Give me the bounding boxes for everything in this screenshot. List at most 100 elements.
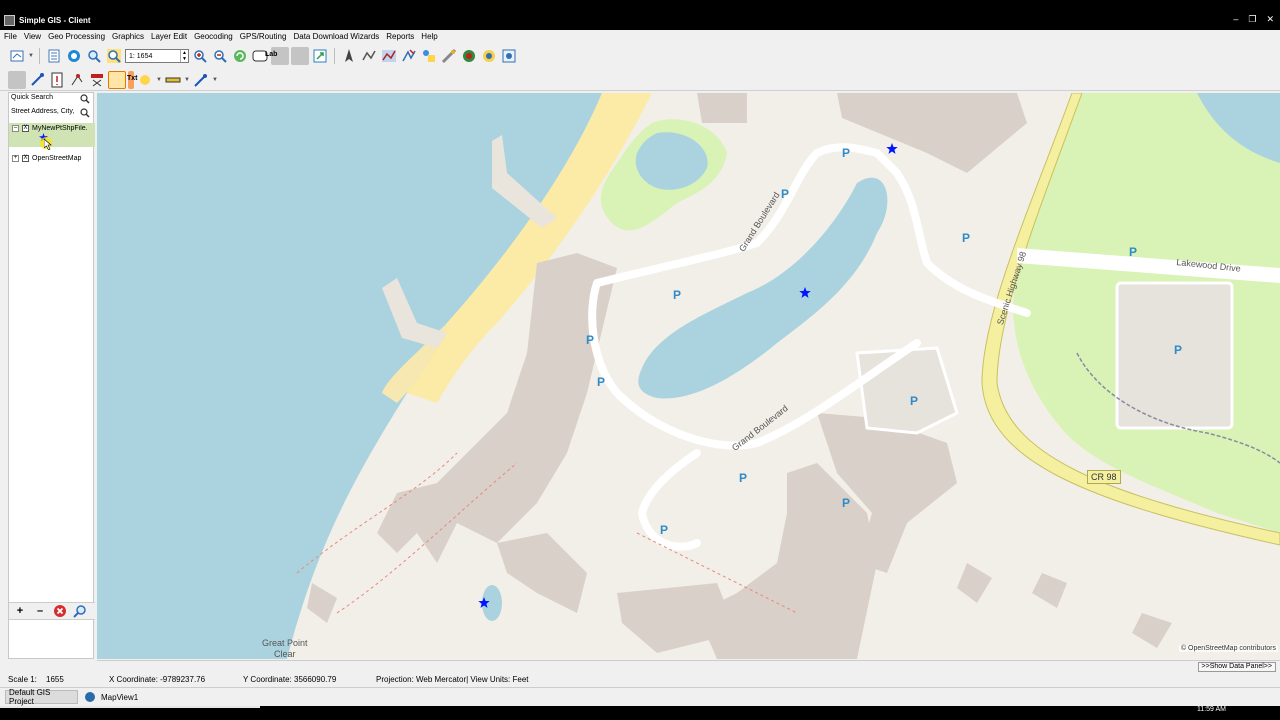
status-y-coordinate: Y Coordinate: 3566090.79: [243, 675, 337, 684]
menu-reports[interactable]: Reports: [386, 32, 414, 41]
export-icon[interactable]: [311, 47, 329, 65]
zoom-extent-icon[interactable]: [105, 47, 123, 65]
parking-lot-central: [855, 346, 959, 435]
layer-visibility-checkbox[interactable]: X: [22, 125, 29, 132]
taskbar-strip: [0, 706, 260, 708]
menu-geocoding[interactable]: Geocoding: [194, 32, 233, 41]
line-style-dropdown-icon[interactable]: ▼: [184, 77, 190, 83]
sun-icon[interactable]: [136, 71, 154, 89]
label-great-point-clear-line2: Clear: [274, 649, 296, 659]
refresh-icon[interactable]: [231, 47, 249, 65]
chart-icon[interactable]: [380, 47, 398, 65]
status-bar: Scale 1: 1655 X Coordinate: -9789237.76 …: [0, 674, 1280, 686]
pen-dropdown-icon[interactable]: ▼: [212, 77, 218, 83]
tab-default-gis-project[interactable]: Default GIS Project: [5, 688, 78, 706]
minimize-button[interactable]: –: [1233, 14, 1238, 25]
gps-icon[interactable]: [340, 47, 358, 65]
info-icon[interactable]: [48, 71, 66, 89]
building-north-small: [697, 93, 747, 123]
parking-marker: P: [962, 231, 971, 245]
map-canvas[interactable]: [97, 93, 1280, 659]
menu-view[interactable]: View: [24, 32, 41, 41]
mouse-pointer-icon: [44, 139, 52, 150]
restore-button[interactable]: ❐: [1248, 14, 1256, 25]
open-map-dropdown-icon[interactable]: ▼: [28, 53, 34, 59]
menu-layer-edit[interactable]: Layer Edit: [151, 32, 187, 41]
layer-search-icon[interactable]: [73, 604, 87, 618]
layer-expand-icon[interactable]: +: [12, 155, 19, 162]
plugin-icon[interactable]: [460, 47, 478, 65]
parking-marker: P: [597, 375, 606, 389]
label-great-point-clear-line1: Great Point: [262, 638, 308, 648]
map-view[interactable]: Grand Boulevard Grand Boulevard Lakewood…: [97, 93, 1280, 659]
layer-collapse-icon[interactable]: –: [12, 125, 19, 132]
layer-name: MyNewPtShpFile.: [32, 125, 88, 132]
line-tool-icon[interactable]: [400, 47, 418, 65]
scale-spinner-icon[interactable]: ▲ ▼: [180, 50, 188, 62]
address-search-icon[interactable]: [80, 108, 90, 118]
blank-draw-tool-icon[interactable]: [8, 70, 26, 89]
app-icon: [4, 14, 15, 26]
menu-geo-processing[interactable]: Geo Processing: [48, 32, 105, 41]
status-scale-label: Scale 1:: [8, 675, 37, 684]
blank-tool-2-icon[interactable]: [291, 47, 309, 65]
layer-panel: Quick Search Street Address, City, – X M…: [8, 92, 95, 659]
layer-tools: + –: [9, 602, 95, 620]
menu-graphics[interactable]: Graphics: [112, 32, 144, 41]
status-projection: Projection: Web Mercator| View Units: Fe…: [376, 675, 529, 684]
quick-search-label: Quick Search: [10, 94, 80, 105]
tab-label: MapView1: [101, 692, 139, 702]
parking-marker: P: [1129, 245, 1138, 259]
mapview-icon: [85, 692, 95, 702]
route-icon[interactable]: [360, 47, 378, 65]
tab-label: Default GIS Project: [9, 688, 51, 706]
quick-search-icon[interactable]: [80, 94, 90, 104]
pen-icon[interactable]: [192, 71, 210, 89]
zoom-in-icon[interactable]: [191, 47, 209, 65]
parking-marker: P: [673, 288, 682, 302]
globe-icon[interactable]: [65, 47, 83, 65]
sun-dropdown-icon[interactable]: ▼: [156, 77, 162, 83]
select-draw-icon[interactable]: [28, 71, 46, 89]
show-data-panel-button[interactable]: >>Show Data Panel>>: [1197, 662, 1276, 672]
data-panel-bar: >>Show Data Panel>>: [97, 660, 1280, 672]
text-button[interactable]: [108, 70, 126, 89]
menu-gps-routing[interactable]: GPS/Routing: [240, 32, 287, 41]
edit-vertex-icon[interactable]: [68, 71, 86, 89]
address-search-input[interactable]: Street Address, City,: [10, 108, 80, 119]
taskbar-clock: 11:59 AM: [1196, 706, 1226, 713]
title-bar: Simple GIS - Client – ❐ ✕: [0, 10, 1280, 30]
delete-layer-icon[interactable]: [53, 604, 67, 618]
delete-shape-icon[interactable]: [88, 71, 106, 89]
zoom-out-icon[interactable]: [211, 47, 229, 65]
osm-attribution: © OpenStreetMap contributors: [1178, 645, 1278, 652]
layer-item-openstreetmap[interactable]: + X OpenStreetMap: [9, 153, 95, 167]
main-toolbar: ▼ 1: 1654 ▲ ▼ Lab: [0, 45, 1280, 67]
zoom-icon[interactable]: [85, 47, 103, 65]
menu-help[interactable]: Help: [421, 32, 437, 41]
open-map-icon[interactable]: [8, 47, 26, 65]
close-button[interactable]: ✕: [1266, 14, 1274, 25]
parking-marker: P: [842, 496, 851, 510]
map-export-icon[interactable]: [500, 47, 518, 65]
add-layer-button[interactable]: +: [13, 605, 27, 617]
measure-icon[interactable]: [440, 47, 458, 65]
layer-list-icon[interactable]: [45, 47, 63, 65]
line-style-icon[interactable]: [164, 71, 182, 89]
layer-item-mynewptshpfile[interactable]: – X MyNewPtShpFile.: [9, 123, 95, 150]
menu-file[interactable]: File: [4, 32, 17, 41]
status-scale-value: 1655: [46, 675, 64, 684]
drawing-toolbar: Txt ▼ ▼ ▼: [0, 69, 1280, 91]
remove-layer-button[interactable]: –: [33, 605, 47, 617]
scale-input[interactable]: 1: 1654 ▲ ▼: [125, 49, 189, 63]
layer-visibility-checkbox[interactable]: X: [22, 155, 29, 162]
menu-data-download-wizards[interactable]: Data Download Wizards: [293, 32, 379, 41]
parking-marker: P: [910, 394, 919, 408]
settings-icon[interactable]: [480, 47, 498, 65]
identify-icon[interactable]: [420, 47, 438, 65]
label-cr98: CR 98: [1087, 470, 1121, 484]
app-window: Simple GIS - Client – ❐ ✕ File View Geo …: [0, 10, 1280, 706]
parking-marker: P: [1174, 343, 1183, 357]
label-button-text: Lab: [265, 51, 278, 58]
tab-mapview1[interactable]: MapView1: [82, 690, 141, 704]
